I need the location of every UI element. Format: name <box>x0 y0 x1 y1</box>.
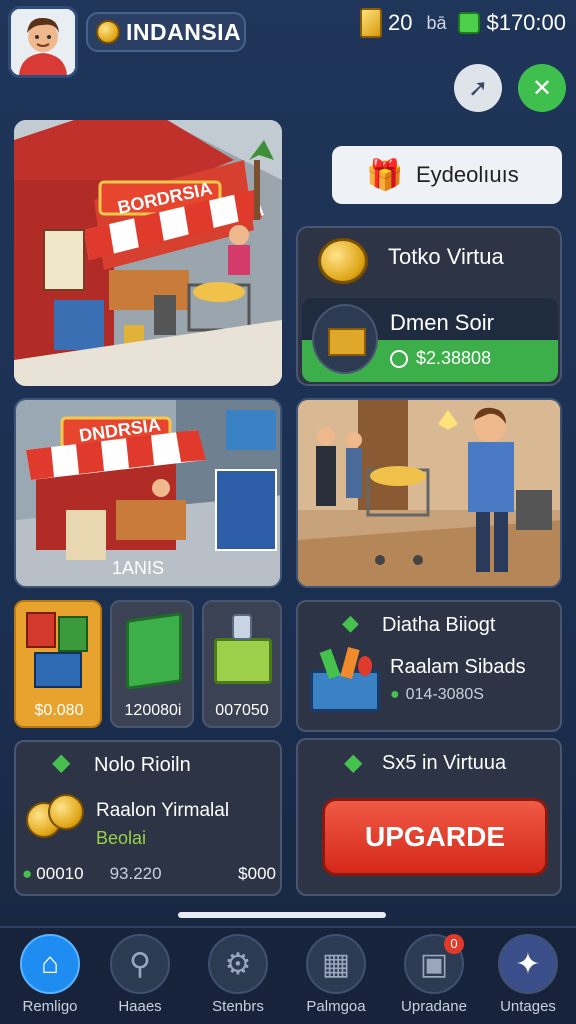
store-illustration <box>14 120 282 386</box>
gift-icon: 🎁 <box>366 159 404 192</box>
nav-item-shop[interactable]: ▦ Palmgoa <box>296 934 376 1015</box>
nav-item-home[interactable]: ⌂ Remligo <box>10 934 90 1015</box>
bottom-nav: ⌂ Remligo ⚲ Haaes ⚙ Stenbrs ▦ Palmgoa ▣ … <box>0 926 576 1024</box>
player-name-badge[interactable]: INDANSIA <box>86 12 246 52</box>
shop-icon: ▦ <box>306 934 366 994</box>
cash-icon <box>458 12 481 34</box>
toko-title: Totko Virtua <box>388 244 504 269</box>
home-indicator <box>178 912 386 918</box>
cash-amount: $170:00 <box>486 10 566 35</box>
toko-sub-value: $2.38808 <box>416 348 492 368</box>
avatar-portrait <box>11 9 75 75</box>
shopping-scene[interactable] <box>296 398 562 588</box>
nolo-stat3: $000 <box>238 864 276 883</box>
upgrade-button[interactable]: UPGARDE <box>322 798 548 876</box>
coin-icon <box>96 20 120 44</box>
gold-count: 20 <box>387 10 413 35</box>
cash-note-icon <box>126 612 182 690</box>
toko-sub-value-row: $2.38808 <box>390 348 491 369</box>
tile-1-label: $0.080 <box>34 702 84 719</box>
search-icon: ⚲ <box>110 934 170 994</box>
diatha-gem-icon: ◆ <box>342 610 359 635</box>
upgrade-panel-title: Sx5 in Virtuua <box>382 752 507 774</box>
market-caption: 1ANIS <box>112 558 165 578</box>
nolo-title: Nolo Rioiln <box>94 754 191 776</box>
nolo-line1: Raalon Yirmalal <box>96 800 230 821</box>
nolo-stat2: 93.220 <box>109 864 162 883</box>
nav-item-run[interactable]: ✦ Untages <box>488 934 568 1015</box>
share-button[interactable]: ➚ <box>454 64 502 112</box>
diatha-item: Raalam Sibads <box>390 656 526 678</box>
nav-item-upgrade[interactable]: ▣ 0 Upradane <box>394 934 474 1015</box>
diatha-value: 014-3080S <box>405 686 484 703</box>
nolo-stat1: 00010 <box>36 864 84 883</box>
tile-2-label: 120080i <box>124 702 182 719</box>
nav-label-search: Haaes <box>118 998 162 1015</box>
nav-label-home: Remligo <box>22 998 78 1015</box>
vegetable-basket-icon <box>310 646 382 712</box>
nav-label-settings: Stenbrs <box>212 998 264 1015</box>
diatha-title: Diatha Biiogt <box>382 614 496 636</box>
tools-icon: ✕ <box>531 74 553 102</box>
nolo-line2: Beolai <box>96 828 147 848</box>
player-name: INDANSIA <box>126 18 242 45</box>
market-scene[interactable]: DNDRSIA 1ANIS <box>14 398 282 588</box>
coin-stack-icon <box>318 238 368 284</box>
tile-1[interactable]: $0.080 <box>14 600 102 728</box>
tile-3[interactable]: 007050 <box>202 600 282 728</box>
nav-label-run: Untages <box>500 998 556 1015</box>
nav-item-settings[interactable]: ⚙ Stenbrs <box>198 934 278 1015</box>
resource-bar: 20 bā $170:00 <box>359 8 566 38</box>
tile-2[interactable]: 120080i <box>110 600 194 728</box>
upgrade-label: UPGARDE <box>364 821 505 852</box>
tile-3-label: 007050 <box>215 702 269 719</box>
diatha-panel[interactable]: ◆ Diatha Biiogt Raalam Sibads ● 014-3080… <box>296 600 562 732</box>
nolo-stat-icon: ● <box>22 864 33 883</box>
nolo-gem-icon: ◆ <box>52 749 71 776</box>
shopping-illustration <box>298 400 560 586</box>
home-icon: ⌂ <box>20 934 80 994</box>
nav-item-search[interactable]: ⚲ Haaes <box>100 934 180 1015</box>
leaf-icon: ● <box>390 686 400 703</box>
gold-bar-icon <box>359 8 382 38</box>
cash-box-icon <box>312 304 378 374</box>
player-avatar[interactable] <box>8 6 78 78</box>
nolo-stats-row: ● 00010 93.220 $000 <box>22 864 276 884</box>
store-scene[interactable]: BORDRSIA <box>14 120 282 386</box>
run-icon: ✦ <box>498 934 558 994</box>
pill-action-label: Eydeolıuıs <box>416 162 519 187</box>
cash-bundle-icon <box>214 638 272 684</box>
token-icon <box>390 349 408 368</box>
nav-badge: 0 <box>444 934 464 954</box>
gold-suffix: bā <box>426 12 447 33</box>
pill-action-button[interactable]: 🎁 Eydeolıuıs <box>332 146 562 204</box>
gold-coins-icon <box>26 794 84 842</box>
diatha-value-row: ● 014-3080S <box>390 686 484 704</box>
toko-panel[interactable]: Totko Virtua Dmen Soir $2.38808 <box>296 226 562 386</box>
nav-label-upgrade: Upradane <box>401 998 467 1015</box>
upgrade-gem-icon: ◆ <box>344 749 363 776</box>
bottle-icon <box>232 614 252 640</box>
nolo-panel[interactable]: ◆ Nolo Rioiln Raalon Yirmalal Beolai ● 0… <box>14 740 282 896</box>
share-icon: ➚ <box>467 74 489 102</box>
toko-sub-card[interactable]: Dmen Soir $2.38808 <box>302 298 558 382</box>
money-stack-icon <box>26 612 90 692</box>
gear-icon: ⚙ <box>208 934 268 994</box>
upgrade-panel: ◆ Sx5 in Virtuua UPGARDE <box>296 738 562 896</box>
toko-sub-title: Dmen Soir <box>390 310 494 335</box>
tools-button[interactable]: ✕ <box>518 64 566 112</box>
nav-label-shop: Palmgoa <box>306 998 366 1015</box>
